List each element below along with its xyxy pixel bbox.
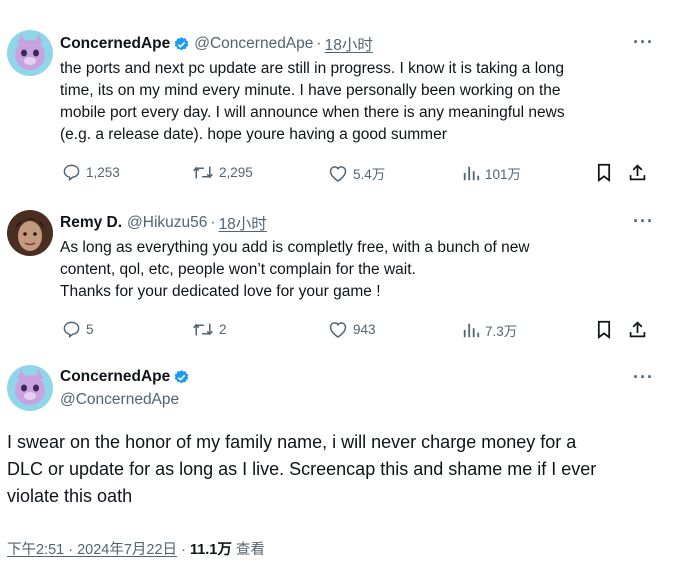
retweet-count: 2	[219, 322, 227, 337]
retweet-button[interactable]: 2,295	[192, 163, 253, 182]
share-icon	[629, 164, 646, 181]
user-avatar-image	[7, 210, 53, 256]
retweet-count: 2,295	[219, 165, 253, 180]
verified-badge-icon	[174, 36, 189, 50]
tweet-meta: 下午2:51 · 2024年7月22日 · 11.1万 查看	[7, 538, 265, 559]
reply-button[interactable]: 5	[62, 320, 94, 339]
tweet-text-line: mobile port every day. I will announce w…	[60, 104, 565, 121]
reply-icon	[63, 164, 80, 182]
like-button[interactable]: 943	[328, 320, 376, 339]
author-handle[interactable]: @ConcernedApe	[194, 35, 313, 53]
tweet-text-line: DLC or update for as long as I live. Scr…	[7, 459, 597, 479]
author-handle[interactable]: @ConcernedApe	[60, 391, 179, 409]
tweet-time[interactable]: 18小时	[325, 33, 373, 55]
reply-button[interactable]: 1,253	[62, 163, 120, 182]
tweet-text-line: As long as everything you add is complet…	[60, 239, 530, 256]
author-name[interactable]: ConcernedApe	[60, 35, 170, 53]
views-button[interactable]: 7.3万	[462, 320, 517, 340]
retweet-icon	[193, 166, 213, 179]
like-count: 5.4万	[353, 167, 386, 182]
reply-count: 5	[86, 322, 94, 337]
views-label: 查看	[235, 542, 265, 558]
author-handle[interactable]: @Hikuzu56	[127, 214, 207, 232]
more-icon[interactable]: ···	[633, 211, 654, 232]
tweet-text: As long as everything you add is complet…	[60, 237, 660, 303]
more-icon[interactable]: ···	[633, 32, 654, 53]
like-button[interactable]: 5.4万	[328, 163, 385, 183]
tweet-timestamp[interactable]: 下午2:51 · 2024年7月22日	[7, 542, 177, 558]
like-icon	[329, 165, 347, 182]
tweet-text-line: time, its on my mind every minute. I hav…	[60, 82, 561, 99]
tweet-text-line: violate this oath	[7, 486, 133, 506]
ape-avatar-image	[7, 30, 53, 76]
retweet-button[interactable]: 2	[192, 320, 227, 339]
main-tweet-text: I swear on the honor of my family name, …	[7, 429, 667, 510]
separator-dot: ·	[316, 35, 322, 52]
like-icon	[329, 322, 347, 338]
verified-badge-icon	[174, 369, 189, 383]
separator-dot: ·	[210, 214, 216, 231]
action-bar: 1,253 2,295 5.4万 101万	[62, 163, 656, 185]
author-name[interactable]: ConcernedApe	[60, 368, 170, 386]
like-count: 943	[353, 322, 376, 337]
reply-icon	[63, 321, 80, 339]
ape-avatar-image	[7, 365, 53, 411]
bookmark-icon	[597, 163, 611, 182]
bookmark-button[interactable]	[596, 320, 617, 339]
tweet-time[interactable]: 18小时	[219, 212, 267, 234]
views-icon	[463, 323, 480, 338]
avatar[interactable]	[7, 365, 53, 411]
views-count: 101万	[485, 167, 522, 182]
share-button[interactable]	[628, 163, 652, 182]
tweet-text-line: I swear on the honor of my family name, …	[7, 432, 577, 452]
avatar[interactable]	[7, 30, 53, 76]
author-name[interactable]: Remy D.	[60, 214, 122, 232]
share-button[interactable]	[628, 320, 652, 339]
tweet-text: the ports and next pc update are still i…	[60, 58, 660, 146]
views-icon	[463, 166, 480, 181]
reply-count: 1,253	[86, 165, 120, 180]
action-bar: 5 2 943 7.3万	[62, 320, 656, 342]
tweet-text-line: content, qol, etc, people won’t complain…	[60, 261, 416, 278]
retweet-icon	[193, 323, 213, 336]
tweet-text-line: Thanks for your dedicated love for your …	[60, 283, 381, 300]
tweet-text-line: (e.g. a release date). hope youre having…	[60, 126, 447, 143]
bookmark-button[interactable]	[596, 163, 617, 182]
views-count: 11.1万	[189, 542, 232, 558]
more-icon[interactable]: ···	[633, 367, 654, 388]
tweet-2[interactable]: Remy D. @Hikuzu56 · 18小时 ··· As long as …	[0, 200, 676, 350]
views-count: 7.3万	[485, 324, 518, 339]
avatar[interactable]	[7, 210, 53, 256]
bookmark-icon	[597, 320, 611, 339]
views-button[interactable]: 101万	[462, 163, 521, 183]
separator-dot: ·	[181, 542, 190, 558]
tweet-1[interactable]: ConcernedApe @ConcernedApe · 18小时 ··· th…	[0, 0, 676, 200]
share-icon	[629, 321, 646, 338]
tweet-text-line: the ports and next pc update are still i…	[60, 60, 565, 77]
